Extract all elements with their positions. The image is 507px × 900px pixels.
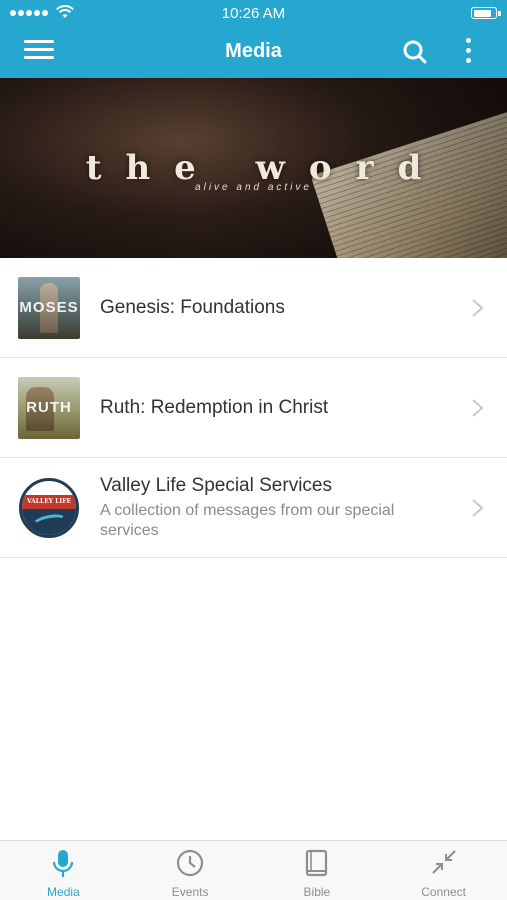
search-button[interactable] bbox=[402, 39, 428, 65]
clock-icon bbox=[177, 849, 204, 877]
more-vertical-icon bbox=[465, 38, 471, 43]
media-item-ruth[interactable]: RUTH Ruth: Redemption in Christ bbox=[0, 358, 507, 458]
tab-label: Media bbox=[47, 885, 80, 899]
tab-events[interactable]: Events bbox=[127, 841, 254, 900]
page-title: Media bbox=[225, 40, 282, 62]
menu-button[interactable] bbox=[24, 40, 54, 64]
tab-connect[interactable]: Connect bbox=[380, 841, 507, 900]
chevron-right-icon bbox=[472, 499, 484, 517]
status-bar: 10:26 AM bbox=[0, 0, 507, 26]
status-time: 10:26 AM bbox=[221, 5, 286, 22]
battery-icon bbox=[471, 7, 501, 19]
media-list: MOSES Genesis: Foundations RUTH Ruth: Re… bbox=[0, 258, 507, 558]
microphone-icon bbox=[53, 850, 74, 877]
banner-subtitle: alive and active bbox=[195, 182, 312, 193]
thumbnail-text: MOSES bbox=[19, 299, 79, 316]
more-options-button[interactable] bbox=[458, 38, 478, 66]
media-item-description: A collection of messages from our specia… bbox=[100, 501, 395, 539]
collapse-arrows-icon bbox=[431, 850, 456, 874]
series-thumbnail: RUTH bbox=[18, 377, 80, 439]
media-banner: the word alive and active bbox=[0, 78, 507, 258]
top-bar: 10:26 AM Media bbox=[0, 0, 507, 78]
media-item-genesis[interactable]: MOSES Genesis: Foundations bbox=[0, 258, 507, 358]
nav-bar: Media bbox=[0, 26, 507, 78]
church-logo: VALLEY LIFE COMMUNITY CHURCH bbox=[18, 477, 80, 539]
series-thumbnail: MOSES bbox=[18, 277, 80, 339]
thumbnail-text: RUTH bbox=[26, 399, 72, 416]
media-item-title: Genesis: Foundations bbox=[100, 296, 285, 318]
media-item-special-services[interactable]: VALLEY LIFE COMMUNITY CHURCH Valley Life… bbox=[0, 458, 507, 558]
media-item-title: Valley Life Special Services bbox=[100, 474, 332, 496]
media-item-title: Ruth: Redemption in Christ bbox=[100, 396, 329, 418]
chevron-right-icon bbox=[472, 399, 484, 417]
chevron-right-icon bbox=[472, 299, 484, 317]
menu-icon bbox=[24, 40, 54, 43]
tab-bar: Media Events Bible Connect bbox=[0, 840, 507, 900]
tab-bible[interactable]: Bible bbox=[254, 841, 381, 900]
battery-level bbox=[473, 9, 491, 17]
book-icon bbox=[305, 849, 327, 877]
tab-media[interactable]: Media bbox=[0, 841, 127, 900]
logo-text: VALLEY LIFE bbox=[26, 498, 72, 505]
tab-label: Events bbox=[171, 885, 209, 899]
tab-label: Bible bbox=[303, 885, 331, 899]
tab-label: Connect bbox=[421, 885, 466, 899]
